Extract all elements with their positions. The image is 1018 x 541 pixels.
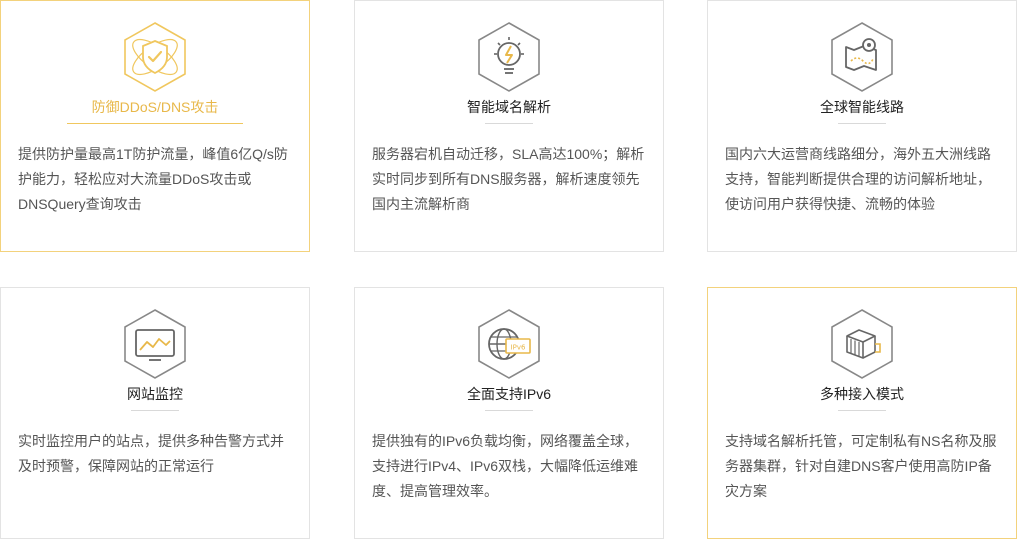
title-divider	[131, 410, 179, 411]
feature-title: 多种接入模式	[820, 386, 904, 402]
feature-card-ipv6[interactable]: IPv6 全面支持IPv6 提供独有的IPv6负载均衡，网络覆盖全球，支持进行I…	[354, 287, 664, 539]
server-stack-icon	[829, 308, 895, 380]
feature-description: 国内六大运营商线路细分，海外五大洲线路支持，智能判断提供合理的访问解析地址，使访…	[725, 146, 991, 212]
feature-card-access-modes[interactable]: 多种接入模式 支持域名解析托管，可定制私有NS名称及服务器集群，针对自建DNS客…	[707, 287, 1017, 539]
feature-description: 提供防护量最高1T防护流量，峰值6亿Q/s防护能力，轻松应对大流量DDoS攻击或…	[18, 146, 288, 212]
feature-title: 智能域名解析	[467, 99, 551, 115]
globe-ipv6-icon: IPv6	[476, 308, 542, 380]
title-divider	[838, 410, 886, 411]
feature-title: 全面支持IPv6	[466, 386, 551, 402]
monitor-chart-icon	[122, 308, 188, 380]
ipv6-badge: IPv6	[511, 344, 526, 352]
feature-description: 支持域名解析托管，可定制私有NS名称及服务器集群，针对自建DNS客户使用高防IP…	[725, 433, 997, 499]
title-divider	[485, 410, 533, 411]
map-route-icon	[829, 21, 895, 93]
shield-check-icon	[122, 21, 188, 93]
feature-title: 防御DDoS/DNS攻击	[91, 99, 219, 115]
lightbulb-icon	[476, 21, 542, 93]
feature-description: 提供独有的IPv6负载均衡，网络覆盖全球，支持进行IPv4、IPv6双栈，大幅降…	[372, 433, 639, 499]
title-divider	[838, 123, 886, 124]
feature-title: 网站监控	[127, 386, 183, 402]
feature-description: 服务器宕机自动迁移，SLA高达100%；解析实时同步到所有DNS服务器，解析速度…	[372, 146, 645, 212]
feature-description: 实时监控用户的站点，提供多种告警方式并及时预警，保障网站的正常运行	[18, 433, 284, 474]
title-divider	[67, 123, 243, 124]
feature-title: 全球智能线路	[820, 99, 904, 115]
feature-card-site-monitor[interactable]: 网站监控 实时监控用户的站点，提供多种告警方式并及时预警，保障网站的正常运行	[0, 287, 310, 539]
feature-card-smart-dns[interactable]: 智能域名解析 服务器宕机自动迁移，SLA高达100%；解析实时同步到所有DNS服…	[354, 0, 664, 252]
title-divider	[485, 123, 533, 124]
feature-card-ddos[interactable]: 防御DDoS/DNS攻击 提供防护量最高1T防护流量，峰值6亿Q/s防护能力，轻…	[0, 0, 310, 252]
feature-card-global-routes[interactable]: 全球智能线路 国内六大运营商线路细分，海外五大洲线路支持，智能判断提供合理的访问…	[707, 0, 1017, 252]
